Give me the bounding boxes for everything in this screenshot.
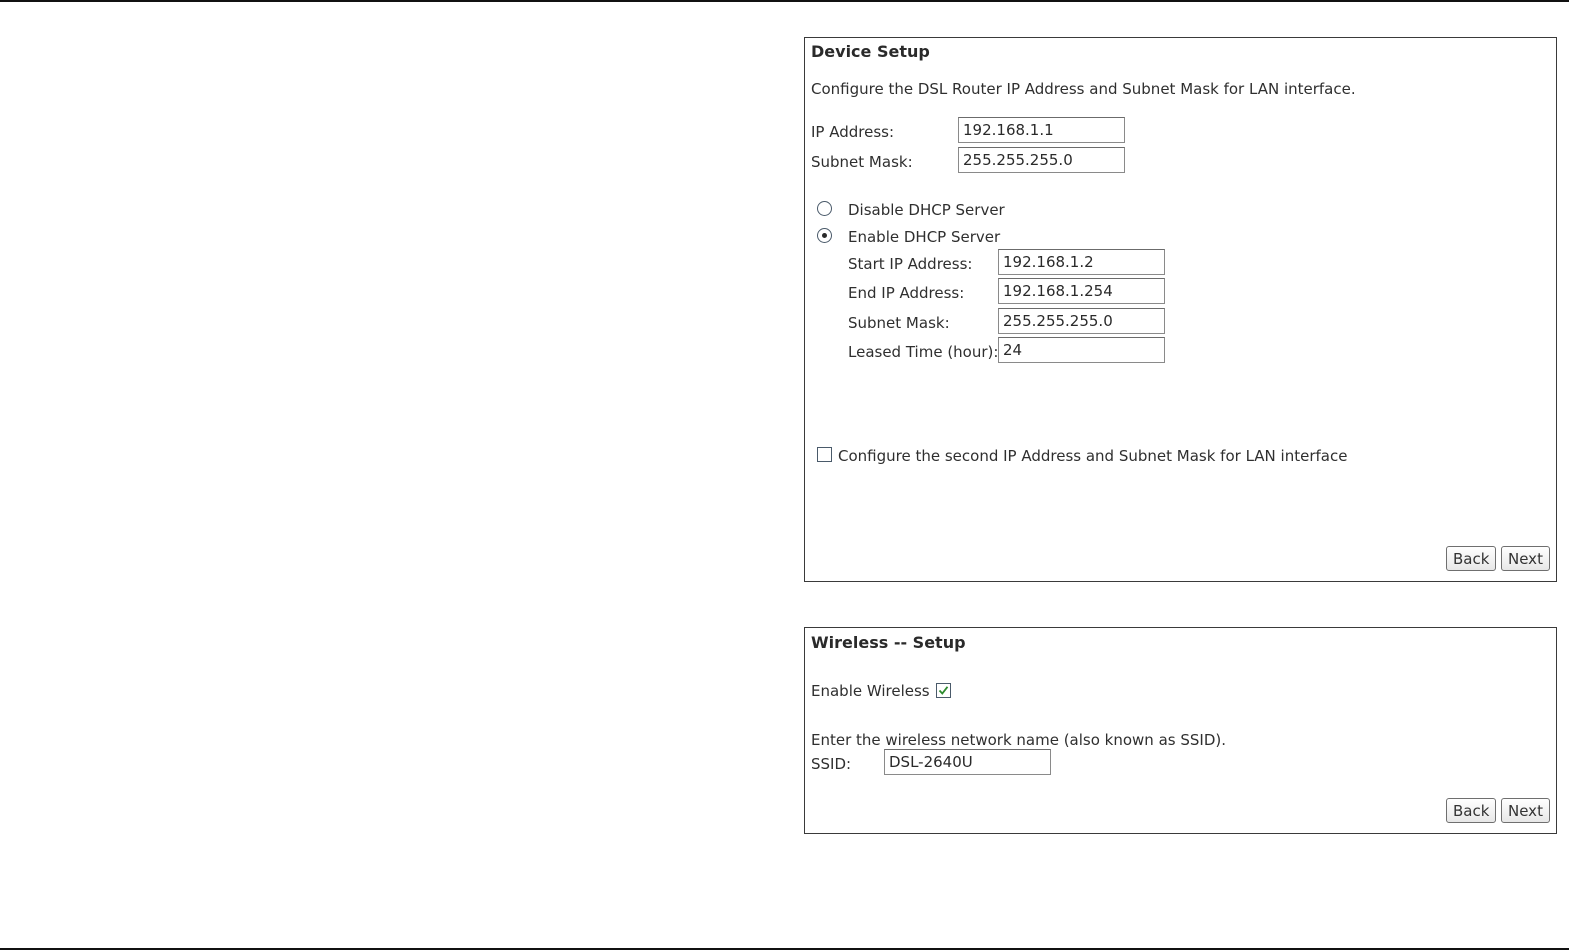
dhcp-subnet-mask-input[interactable] xyxy=(998,308,1165,334)
subnet-mask-label: Subnet Mask: xyxy=(811,153,913,171)
end-ip-input[interactable] xyxy=(998,278,1165,304)
second-ip-label: Configure the second IP Address and Subn… xyxy=(838,447,1348,465)
device-setup-title: Device Setup xyxy=(811,42,930,61)
device-setup-description: Configure the DSL Router IP Address and … xyxy=(811,80,1356,98)
ip-address-input[interactable] xyxy=(958,117,1125,143)
start-ip-input[interactable] xyxy=(998,249,1165,275)
top-rule xyxy=(0,0,1569,2)
radio-selected-dot xyxy=(822,233,827,238)
enable-wireless-checkbox[interactable] xyxy=(936,683,951,698)
wireless-next-button[interactable]: Next xyxy=(1501,798,1550,823)
lease-time-input[interactable] xyxy=(998,337,1165,363)
lease-time-label: Leased Time (hour): xyxy=(848,343,999,361)
subnet-mask-input[interactable] xyxy=(958,147,1125,173)
disable-dhcp-label: Disable DHCP Server xyxy=(848,201,1005,219)
enable-dhcp-radio[interactable] xyxy=(817,228,832,243)
checkmark-icon xyxy=(938,686,949,695)
ssid-input[interactable] xyxy=(884,749,1051,775)
ip-address-label: IP Address: xyxy=(811,123,895,141)
device-back-button[interactable]: Back xyxy=(1446,546,1497,571)
wireless-back-button[interactable]: Back xyxy=(1446,798,1497,823)
ssid-prompt: Enter the wireless network name (also kn… xyxy=(811,731,1226,749)
wireless-setup-title: Wireless -- Setup xyxy=(811,633,966,652)
ssid-label: SSID: xyxy=(811,755,852,773)
enable-dhcp-label: Enable DHCP Server xyxy=(848,228,1001,246)
end-ip-label: End IP Address: xyxy=(848,284,965,302)
start-ip-label: Start IP Address: xyxy=(848,255,973,273)
disable-dhcp-radio[interactable] xyxy=(817,201,832,216)
device-next-button[interactable]: Next xyxy=(1501,546,1550,571)
second-ip-checkbox[interactable] xyxy=(817,447,832,462)
dhcp-subnet-mask-label: Subnet Mask: xyxy=(848,314,950,332)
wireless-setup-panel: Wireless -- Setup Enable Wireless Enter … xyxy=(804,627,1557,834)
bottom-rule xyxy=(0,948,1569,950)
enable-wireless-label: Enable Wireless xyxy=(811,682,930,700)
device-setup-panel: Device Setup Configure the DSL Router IP… xyxy=(804,37,1557,582)
